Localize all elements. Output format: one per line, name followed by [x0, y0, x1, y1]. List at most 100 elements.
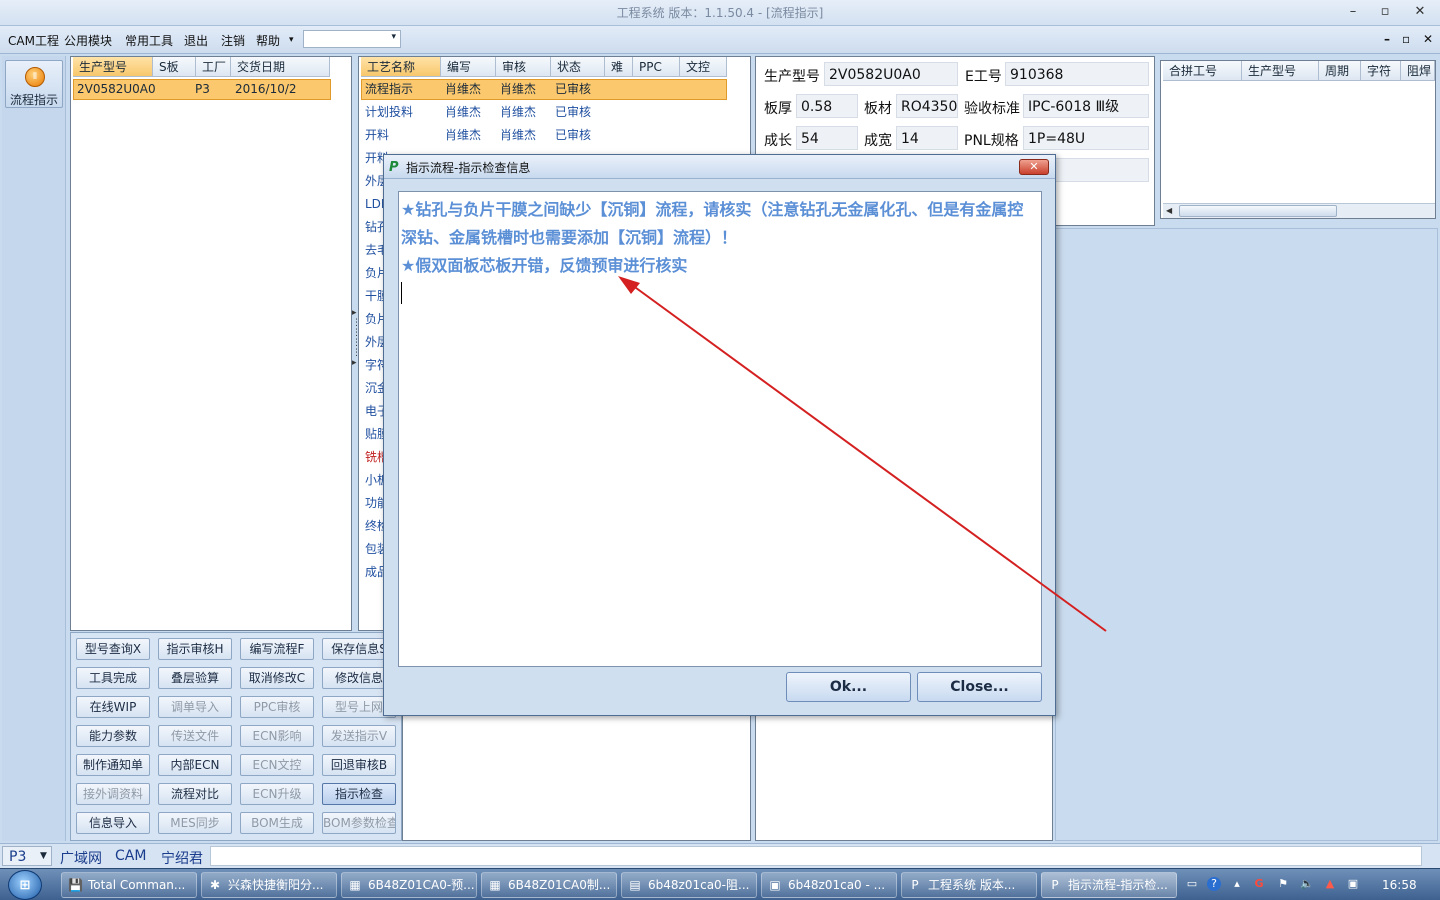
column-header[interactable]: 工厂 [196, 57, 231, 77]
factory-select[interactable]: P3 ▼ [2, 846, 52, 866]
close-window-button[interactable]: ✕ [1407, 3, 1433, 21]
column-header[interactable]: 生产型号 [73, 57, 153, 77]
action-button[interactable]: 内部ECN [158, 754, 232, 776]
maximize-button[interactable]: ▫ [1372, 3, 1398, 21]
tab-user[interactable]: 宁绍君 [161, 848, 203, 868]
keyboard-icon[interactable]: ▭ [1185, 877, 1199, 891]
column-header[interactable]: 周期 [1319, 61, 1361, 81]
taskbar-item[interactable]: 💾 Total Comman... [61, 872, 197, 898]
scroll-left-icon[interactable]: ◀ [1166, 206, 1172, 215]
taskbar-item[interactable]: ▤ 6b48z01ca0-阻... [621, 872, 757, 898]
close-button[interactable]: Close... [917, 672, 1042, 702]
action-button[interactable]: BOM参数检查 [322, 812, 396, 834]
horizontal-scrollbar[interactable]: ◀ [1163, 203, 1435, 218]
model-label: 生产型号 [764, 69, 820, 85]
flag-icon[interactable]: ⚑ [1276, 877, 1290, 891]
clock[interactable]: 16:58 [1382, 878, 1417, 892]
menu-exit[interactable]: 退出 [184, 32, 208, 49]
menu-combo-select[interactable]: ▾ [303, 30, 401, 48]
action-button[interactable]: 接外调资料 [76, 783, 150, 805]
network-icon[interactable]: ▣ [1346, 877, 1360, 891]
menu-common-modules[interactable]: 公用模块 [64, 32, 112, 49]
action-button[interactable]: 制作通知单 [76, 754, 150, 776]
column-header[interactable]: PPC [633, 57, 680, 77]
column-header[interactable]: 审核 [496, 57, 551, 77]
tray-expand-icon[interactable]: ▴ [1230, 877, 1244, 891]
width-value: 14 [896, 126, 958, 150]
taskbar-item[interactable]: P 指示流程-指示检... [1041, 872, 1177, 898]
action-button[interactable]: 调单导入 [158, 696, 232, 718]
start-button[interactable]: ⊞ [8, 870, 42, 900]
column-header[interactable]: 字符 [1361, 61, 1401, 81]
minimize-button[interactable]: – [1340, 3, 1366, 21]
action-button[interactable]: 叠层验算 [158, 667, 232, 689]
column-header[interactable]: 合拼工号 [1163, 61, 1242, 81]
taskbar-item[interactable]: P 工程系统 版本... [901, 872, 1037, 898]
action-button[interactable]: 传送文件 [158, 725, 232, 747]
action-button[interactable]: ECN影响 [240, 725, 314, 747]
action-button[interactable]: 流程对比 [158, 783, 232, 805]
column-header[interactable]: 文控 [680, 57, 727, 77]
action-button[interactable]: 编写流程F [240, 638, 314, 660]
action-button[interactable]: 指示检查 [322, 783, 396, 805]
ework-value: 910368 [1005, 62, 1149, 86]
menu-help[interactable]: 帮助 [256, 32, 280, 49]
process-guide-button[interactable]: ⦀ 流程指示 [5, 60, 63, 108]
column-header[interactable]: 编写 [441, 57, 496, 77]
app-logo-icon: P [389, 160, 399, 175]
tab-cam[interactable]: CAM [115, 848, 146, 864]
volume-icon[interactable]: 🔈 [1300, 877, 1314, 891]
action-button[interactable]: 在线WIP [76, 696, 150, 718]
action-button[interactable]: 能力参数 [76, 725, 150, 747]
mdi-minimize-button[interactable]: – [1384, 32, 1390, 46]
column-header[interactable]: 工艺名称 [361, 57, 441, 77]
column-header[interactable]: 交货日期 [231, 57, 330, 77]
mdi-close-button[interactable]: ✕ [1423, 32, 1433, 46]
column-header[interactable]: 难 [605, 57, 633, 77]
tab-wan[interactable]: 广域网 [60, 848, 102, 868]
menu-logout[interactable]: 注销 [221, 32, 245, 49]
action-button[interactable]: ECN文控 [240, 754, 314, 776]
taskbar-item[interactable]: ▦ 6B48Z01CA0制... [481, 872, 617, 898]
taskbar: ⊞ 💾 Total Comman... ✱ 兴森快捷衡阳分... ▦ 6B48Z01CA0… [0, 868, 1440, 900]
process-name[interactable]: 开料 [361, 124, 389, 146]
menu-tools[interactable]: 常用工具 [125, 32, 173, 49]
action-button[interactable]: 回退审核B [322, 754, 396, 776]
taskbar-item[interactable]: ▣ 6b48z01ca0 - ... [761, 872, 897, 898]
action-button[interactable]: PPC审核 [240, 696, 314, 718]
app-icon: ✱ [209, 878, 221, 892]
button-grid: 型号查询X 指示审核H 编写流程F 保存信息S 工具完成 叠层验算 取消修改C 修改信息 在线W… [70, 632, 402, 841]
process-name[interactable]: 计划投料 [361, 101, 413, 123]
taskbar-item[interactable]: ▦ 6B48Z01CA0-预... [341, 872, 477, 898]
action-button[interactable]: 工具完成 [76, 667, 150, 689]
dialog-title-bar[interactable]: P 指示流程-指示检查信息 ✕ [384, 155, 1055, 179]
action-button[interactable]: 信息导入 [76, 812, 150, 834]
ok-button[interactable]: Ok... [786, 672, 911, 702]
action-button[interactable]: 型号查询X [76, 638, 150, 660]
column-header[interactable]: S板 [153, 57, 196, 77]
action-button[interactable]: MES同步 [158, 812, 232, 834]
mdi-restore-button[interactable]: ▫ [1402, 32, 1410, 46]
column-header[interactable]: 状态 [551, 57, 605, 77]
help-icon[interactable]: ? [1207, 877, 1221, 891]
action-button[interactable]: ECN升级 [240, 783, 314, 805]
antivirus-icon[interactable]: G [1252, 877, 1266, 891]
app-icon: ▦ [349, 878, 361, 892]
table-row[interactable] [361, 79, 727, 100]
action-button[interactable]: 指示审核H [158, 638, 232, 660]
message-textarea[interactable]: ★钻孔与负片干膜之间缺少【沉铜】流程，请核实（注意钻孔无金属化孔、但是有金属控深… [398, 191, 1042, 667]
menu-cam[interactable]: CAM工程 [8, 32, 59, 49]
process-name[interactable]: LDI [361, 193, 384, 215]
menu-more-arrow-icon[interactable]: ▾ [289, 35, 294, 45]
action-button[interactable]: BOM生成 [240, 812, 314, 834]
column-header[interactable]: 生产型号 [1242, 61, 1319, 81]
process-reviewer: 肖维杰 [500, 105, 537, 119]
taskbar-item[interactable]: ✱ 兴森快捷衡阳分... [201, 872, 337, 898]
column-header[interactable]: 阻焊 [1401, 61, 1435, 81]
dialog-close-icon[interactable]: ✕ [1019, 159, 1049, 175]
action-button[interactable]: 发送指示V [322, 725, 396, 747]
network-warning-icon[interactable]: ▲ [1323, 877, 1337, 891]
action-button[interactable]: 取消修改C [240, 667, 314, 689]
thickness-label: 板厚 [764, 101, 792, 117]
scrollbar-thumb[interactable] [1179, 205, 1337, 217]
